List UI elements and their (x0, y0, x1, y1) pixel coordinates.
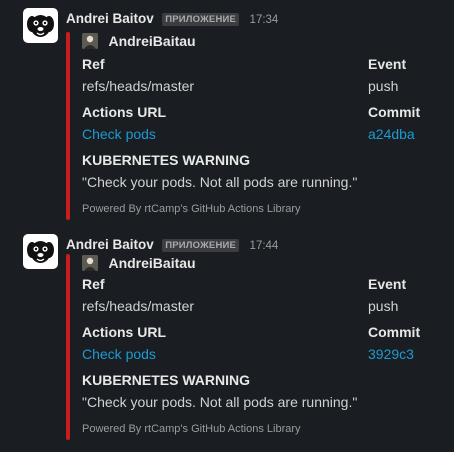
field-title-event: Event (368, 56, 407, 72)
warning-title: KUBERNETES WARNING (82, 372, 251, 388)
attachment-author: AndreiBaitau (82, 254, 196, 271)
check-pods-link[interactable]: Check pods (82, 126, 156, 142)
message-header: Andrei Baitov ПРИЛОЖЕНИЕ 17:34 (66, 10, 278, 28)
warning-text: "Check your pods. Not all pods are runni… (82, 394, 358, 410)
commit-link[interactable]: 3929c3 (368, 346, 414, 362)
field-title-actions-url: Actions URL (82, 104, 166, 120)
field-title-commit: Commit (368, 324, 421, 340)
author-name: AndreiBaitau (108, 32, 196, 49)
attachment: AndreiBaitau Ref refs/heads/master Event… (82, 254, 442, 444)
attachment-footer: Powered By rtCamp's GitHub Actions Libra… (82, 423, 301, 435)
timestamp[interactable]: 17:34 (250, 14, 279, 26)
dog-avatar-icon[interactable] (23, 8, 58, 43)
dog-avatar-icon[interactable] (23, 234, 58, 269)
field-title-event: Event (368, 276, 407, 292)
field-value-ref: refs/heads/master (82, 298, 195, 314)
commit-link[interactable]: a24dba (368, 126, 415, 142)
attachment: AndreiBaitau Ref refs/heads/master Event… (82, 32, 442, 222)
field-value-ref: refs/heads/master (82, 78, 195, 94)
sender-name[interactable]: Andrei Baitov (66, 11, 154, 26)
app-badge: ПРИЛОЖЕНИЕ (162, 239, 240, 252)
attachment-author: AndreiBaitau (82, 32, 196, 49)
author-avatar-icon (82, 32, 98, 49)
warning-text: "Check your pods. Not all pods are runni… (82, 174, 358, 190)
attachment-color-bar (66, 32, 70, 220)
message-header: Andrei Baitov ПРИЛОЖЕНИЕ 17:44 (66, 236, 278, 254)
timestamp[interactable]: 17:44 (250, 240, 279, 252)
sender-name[interactable]: Andrei Baitov (66, 237, 154, 252)
author-name: AndreiBaitau (108, 254, 196, 271)
warning-title: KUBERNETES WARNING (82, 152, 251, 168)
field-title-actions-url: Actions URL (82, 324, 166, 340)
field-value-event: push (368, 78, 399, 94)
author-avatar-icon (82, 254, 98, 271)
field-title-ref: Ref (82, 56, 105, 72)
app-badge: ПРИЛОЖЕНИЕ (162, 13, 240, 26)
check-pods-link[interactable]: Check pods (82, 346, 156, 362)
attachment-color-bar (66, 254, 70, 440)
field-title-commit: Commit (368, 104, 421, 120)
field-title-ref: Ref (82, 276, 105, 292)
attachment-footer: Powered By rtCamp's GitHub Actions Libra… (82, 203, 301, 215)
field-value-event: push (368, 298, 399, 314)
